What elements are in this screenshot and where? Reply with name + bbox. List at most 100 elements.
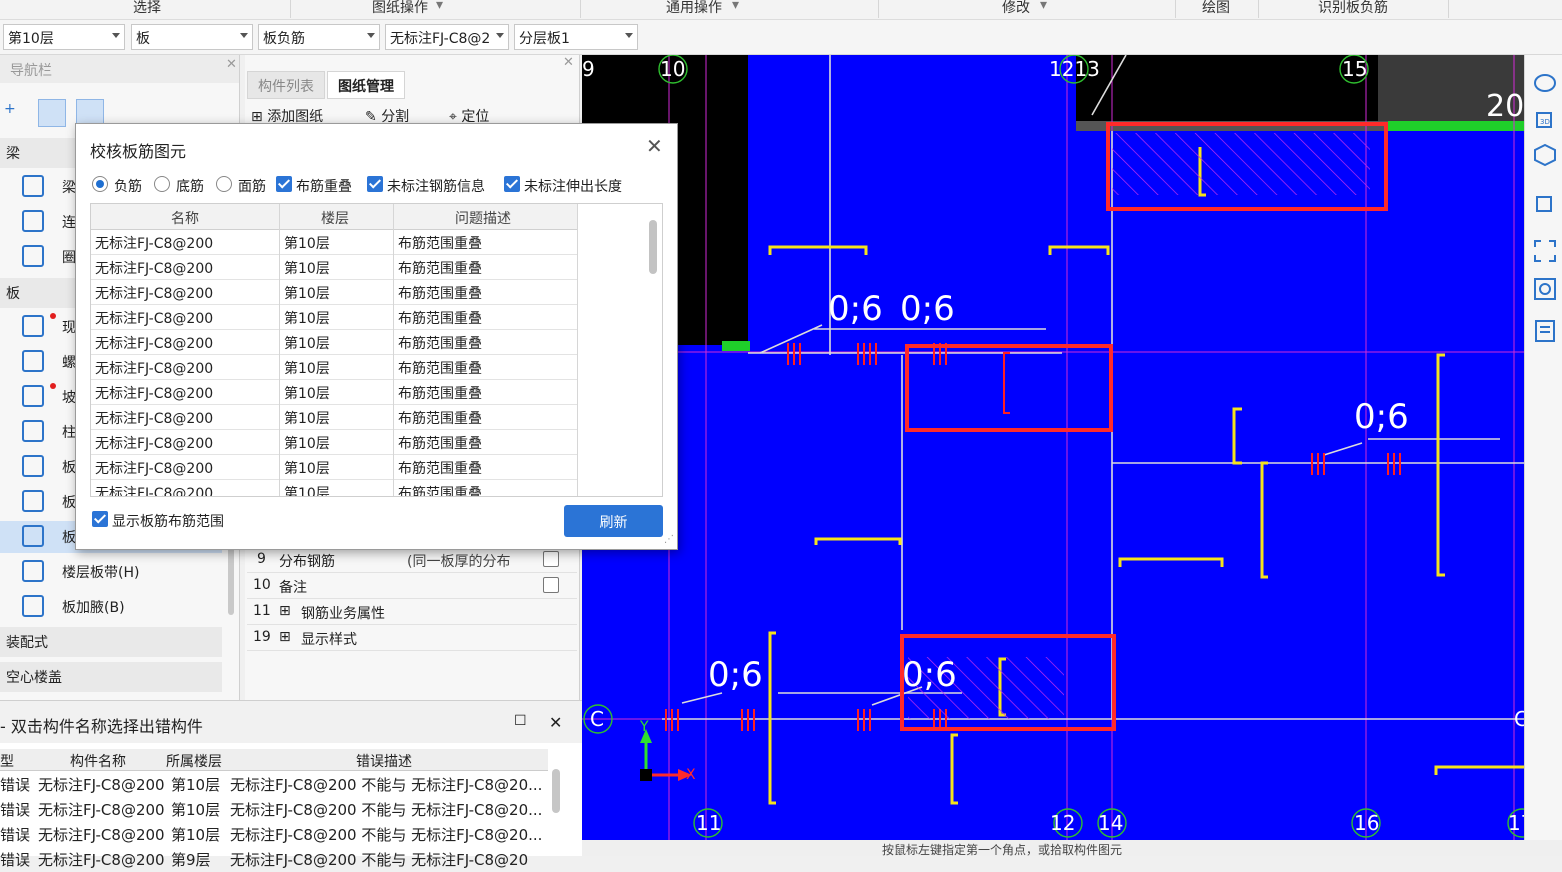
sublayer-select[interactable]: 分层板1 [514,24,638,50]
refresh-button[interactable]: 刷新 [564,505,663,537]
axis-y-label: Y [640,719,649,735]
error-panel-title: - 双击构件名称选择出错构件 [0,701,582,743]
property-checkbox[interactable] [543,577,559,593]
slab-haunch-icon [22,595,44,617]
grid-row[interactable]: 无标注FJ-C8@200 第10层 布筋范围重叠 [91,255,577,280]
ribbon-separator [1175,0,1176,18]
type-select[interactable]: 板负筋 [258,24,380,50]
close-icon[interactable]: ✕ [226,57,237,72]
error-scrollbar[interactable] [552,769,560,813]
link-beam-icon [22,210,44,232]
error-row[interactable]: 错误 无标注FJ-C8@200 第9层 无标注FJ-C8@200 不能与 无标注FJ-… [0,847,548,872]
grid-scrollbar[interactable] [649,220,657,274]
close-icon[interactable]: ✕ [563,55,574,70]
properties-icon[interactable] [1533,319,1557,343]
floor-select[interactable]: 第10层 [3,24,125,50]
ribbon-separator [580,0,581,18]
grid-row[interactable]: 无标注FJ-C8@200 第10层 布筋范围重叠 [91,380,577,405]
grid-row[interactable]: 无标注FJ-C8@200 第10层 布筋范围重叠 [91,480,577,497]
ribbon-drawing-ops[interactable]: 图纸操作 [372,0,428,17]
error-name: 无标注FJ-C8@200 [38,801,165,819]
category-select[interactable]: 板 [131,24,253,50]
error-row[interactable]: 错误 无标注FJ-C8@200 第10层 无标注FJ-C8@200 不能与 无标注FJ… [0,797,548,822]
tab-component-list[interactable]: 构件列表 [247,71,325,99]
object-view-icon[interactable] [1533,277,1557,301]
grid-row[interactable]: 无标注FJ-C8@200 第10层 布筋范围重叠 [91,330,577,355]
rebar-label: 0;6 [828,289,883,329]
property-row[interactable]: 9 分布钢筋 (同一板厚的分布 [247,547,577,573]
add-icon[interactable]: + [4,101,24,121]
row-floor: 第10层 [284,486,330,497]
cube-icon[interactable] [1533,143,1557,167]
check-no-rebar-info[interactable]: 未标注钢筋信息 [367,176,497,195]
tab-drawing-management[interactable]: 图纸管理 [327,71,405,99]
nav-item-label: 楼层板带(H) [62,565,140,581]
expand-icon[interactable]: ⊞ [279,603,291,619]
row-name: 无标注FJ-C8@200 [95,486,214,497]
check-no-extension-length[interactable]: 未标注伸出长度 [504,176,634,195]
grid-row[interactable]: 无标注FJ-C8@200 第10层 布筋范围重叠 [91,430,577,455]
nav-category-prefab[interactable]: 装配式 [0,627,222,657]
error-name: 无标注FJ-C8@200 [38,776,165,794]
axis-x-label: X [686,767,696,783]
cad-drawing-canvas[interactable]: 9 10 1213 15 11 12 14 16 17 C C 200 0;6 … [582,55,1524,840]
resize-grip-icon[interactable]: ⋰ [664,534,674,545]
row-name: 无标注FJ-C8@200 [95,411,214,427]
slab-rebar-icon [22,455,44,477]
error-type: 错误 [0,826,31,844]
spiral-slab-icon [22,350,44,372]
grid-row[interactable]: 无标注FJ-C8@200 第10层 布筋范围重叠 [91,305,577,330]
expand-icon[interactable]: ⊞ [279,629,291,645]
view-toolbar: 3D [1524,55,1562,840]
grid-row[interactable]: 无标注FJ-C8@200 第10层 布筋范围重叠 [91,355,577,380]
maximize-icon[interactable]: ☐ [514,713,527,729]
property-row[interactable]: 11 ⊞ 钢筋业务属性 [247,599,577,625]
view-3d-icon[interactable]: 3D [1533,107,1557,131]
property-row[interactable]: 19 ⊞ 显示样式 [247,625,577,651]
grid-row[interactable]: 无标注FJ-C8@200 第10层 布筋范围重叠 [91,455,577,480]
column-type: 型 [0,754,14,770]
grid-row[interactable]: 无标注FJ-C8@200 第10层 布筋范围重叠 [91,280,577,305]
check-show-range[interactable]: 显示板筋布筋范围 [92,511,252,530]
ribbon-bar: 选择 图纸操作 ▾ 通用操作 ▾ 修改 ▾ 绘图 识别板负筋 [0,0,1562,20]
ribbon-draw[interactable]: 绘图 [1202,0,1230,17]
property-row[interactable]: 10 备注 [247,573,577,599]
nav-item-label: 板 [62,460,76,476]
grid-row[interactable]: 无标注FJ-C8@200 第10层 布筋范围重叠 [91,405,577,430]
error-row[interactable]: 错误 无标注FJ-C8@200 第10层 无标注FJ-C8@200 不能与 无标注FJ… [0,772,548,797]
radio-label: 负筋 [114,179,142,195]
ribbon-modify[interactable]: 修改 [1002,0,1030,17]
error-row[interactable]: 错误 无标注FJ-C8@200 第10层 无标注FJ-C8@200 不能与 无标注FJ… [0,822,548,847]
checkbox-checked [92,511,108,527]
component-select-value: 无标注FJ-C8@2 [390,31,491,47]
box-view-icon[interactable] [1533,191,1557,215]
column-floor: 楼层 [321,211,349,227]
orbit-icon[interactable] [1533,71,1557,95]
component-select[interactable]: 无标注FJ-C8@2 [385,24,509,50]
radio-face-rebar[interactable]: 面筋 [216,176,276,195]
floor-band-icon [22,560,44,582]
chevron-down-icon [112,33,120,38]
error-floor: 第10层 [171,826,221,844]
check-overlap[interactable]: 布筋重叠 [276,176,360,195]
ribbon-common-ops[interactable]: 通用操作 [666,0,722,17]
radio-bottom-rebar[interactable]: 底筋 [154,176,214,195]
ribbon-select[interactable]: 选择 [133,0,161,17]
error-type: 错误 [0,851,31,869]
row-floor: 第10层 [284,311,330,327]
zoom-extents-icon[interactable] [1533,239,1557,263]
close-icon[interactable]: ✕ [549,713,562,732]
close-icon[interactable]: ✕ [646,134,663,158]
ribbon-identify-neg-rebar[interactable]: 识别板负筋 [1318,0,1388,17]
overlap-hatch [1112,133,1370,195]
black-region [1076,55,1378,131]
list-view-icon[interactable] [38,99,66,127]
error-type: 错误 [0,801,31,819]
property-checkbox[interactable] [543,551,559,567]
axis-label: C [1514,707,1524,731]
category-select-value: 板 [136,31,150,47]
grid-row[interactable]: 无标注FJ-C8@200 第10层 布筋范围重叠 [91,230,577,255]
radio-negative-rebar[interactable]: 负筋 [92,176,152,195]
error-list-panel: - 双击构件名称选择出错构件 ☐ ✕ 型 构件名称 所属楼层 错误描述 错误 无标… [0,700,582,869]
nav-category-hollow[interactable]: 空心楼盖 [0,662,222,692]
